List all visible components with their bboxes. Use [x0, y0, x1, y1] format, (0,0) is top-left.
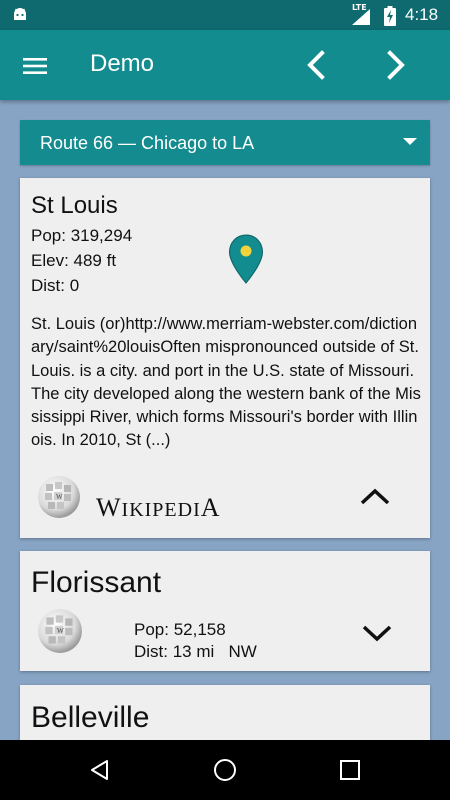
recents-icon[interactable]: [339, 759, 361, 781]
android-icon: [14, 8, 26, 20]
back-icon[interactable]: [88, 758, 112, 782]
system-nav-bar: [0, 740, 450, 800]
menu-icon[interactable]: [18, 52, 52, 80]
map-pin-icon[interactable]: [228, 234, 264, 284]
route-selected-value: Route 66 — Chicago to LA: [40, 133, 255, 153]
route-dropdown[interactable]: Route 66 — Chicago to LA: [20, 120, 430, 165]
place-name: Belleville: [31, 701, 150, 734]
status-time: 4:18: [405, 5, 439, 24]
place-card-belleville[interactable]: Belleville: [20, 685, 430, 745]
svg-text:WIKIPEDIA: WIKIPEDIA: [96, 493, 221, 520]
place-name: Florissant: [31, 566, 162, 599]
place-card-florissant[interactable]: Florissant W Pop: 52,158 Dist: 13 mi NW: [20, 551, 430, 671]
signal-icon: [352, 9, 370, 25]
app-bar: Demo: [0, 30, 450, 100]
chevron-left-icon[interactable]: [298, 45, 334, 85]
status-bar: LTE 4:18: [0, 0, 450, 30]
svg-text:W: W: [57, 626, 64, 635]
chevron-right-icon[interactable]: [378, 45, 414, 85]
dropdown-arrow-icon: [403, 138, 417, 145]
wikipedia-globe-icon: W: [38, 476, 80, 518]
place-description: St. Louis (or)http://www.merriam-webster…: [31, 315, 421, 450]
elevation: Elev: 489 ft: [31, 251, 117, 270]
distance: Dist: 13 mi NW: [134, 642, 257, 661]
chevron-down-icon[interactable]: [360, 621, 394, 645]
population: Pop: 52,158: [134, 620, 226, 639]
svg-text:W: W: [56, 493, 63, 501]
page-title: Demo: [90, 50, 155, 77]
home-icon[interactable]: [213, 758, 237, 782]
distance: Dist: 0: [31, 276, 80, 295]
chevron-up-icon[interactable]: [358, 485, 392, 509]
population: Pop: 319,294: [31, 226, 133, 245]
wikipedia-globe-icon: W: [38, 609, 82, 653]
place-name: St Louis: [31, 192, 118, 219]
place-card-st-louis[interactable]: St Louis Pop: 319,294 Elev: 489 ft Dist:…: [20, 178, 430, 538]
battery-charging-icon: [384, 6, 396, 26]
wikipedia-wordmark: WIKIPEDIA: [96, 493, 221, 520]
